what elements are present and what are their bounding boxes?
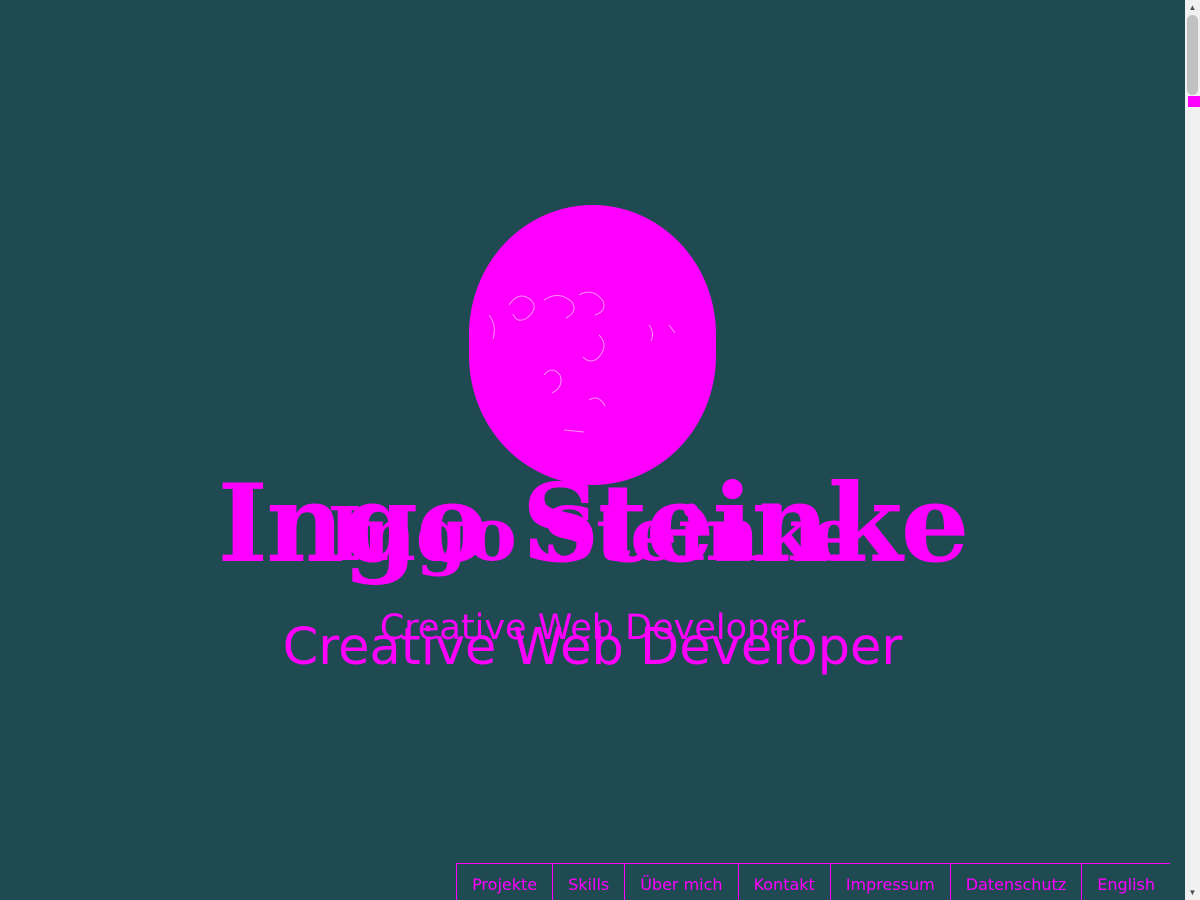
page-subtitle: Creative Web Developer xyxy=(282,618,903,677)
nav-link-english[interactable]: English xyxy=(1082,864,1170,900)
scroll-up-icon[interactable]: ▲ xyxy=(1185,0,1200,15)
scrollbar-thumb[interactable] xyxy=(1187,15,1198,95)
footer-nav: Projekte Skills Über mich Kontakt Impres… xyxy=(456,863,1170,900)
vertical-scrollbar[interactable]: ▲ ▼ xyxy=(1185,0,1200,900)
nav-link-kontakt[interactable]: Kontakt xyxy=(739,864,831,900)
scroll-position-marker xyxy=(1188,96,1200,107)
nav-link-projekte[interactable]: Projekte xyxy=(457,864,554,900)
nav-link-datenschutz[interactable]: Datenschutz xyxy=(951,864,1083,900)
avatar xyxy=(469,205,716,485)
page-title: Ingo Steinke xyxy=(217,461,970,587)
scroll-down-icon[interactable]: ▼ xyxy=(1185,885,1200,900)
page: Ingo Steinke Ingo Steinke Creative Web D… xyxy=(0,0,1185,900)
avatar-sketch xyxy=(488,291,676,433)
nav-link-ueber-mich[interactable]: Über mich xyxy=(625,864,739,900)
nav-link-skills[interactable]: Skills xyxy=(553,864,626,900)
nav-link-impressum[interactable]: Impressum xyxy=(831,864,951,900)
